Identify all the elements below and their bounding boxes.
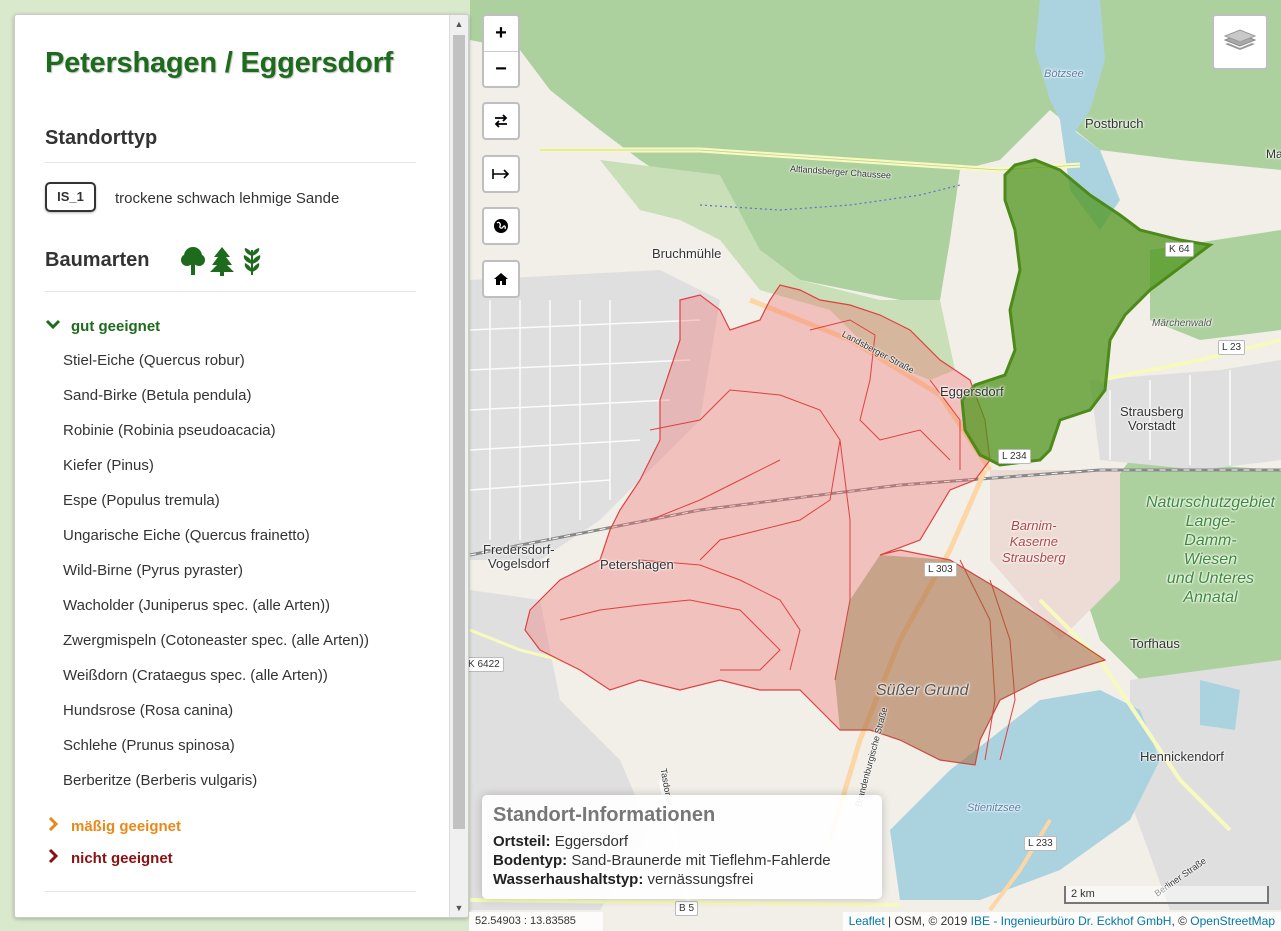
attribution-text: | OSM, © 2019 — [884, 914, 971, 928]
zoom-out-button[interactable]: − — [484, 52, 518, 86]
baumarten-heading: Baumarten — [45, 249, 150, 271]
standort-description: trockene schwach lehmige Sande — [115, 190, 340, 207]
layers-button[interactable] — [1212, 14, 1268, 70]
divider — [45, 891, 416, 892]
map-label-bruchmuehle: Bruchmühle — [652, 246, 722, 261]
category-maessig-geeignet[interactable]: mäßig geeignet — [45, 816, 182, 835]
info-label: Wasserhaushaltstyp: — [493, 871, 644, 888]
standort-heading: Standorttyp — [45, 127, 158, 149]
category-nicht-geeignet[interactable]: nicht geeignet — [45, 848, 173, 867]
species-item[interactable]: Wacholder (Juniperus spec. (alle Arten)) — [63, 597, 330, 614]
map-label-naturschutz: Naturschutzgebiet Lange- Damm- Wiesen un… — [1146, 494, 1275, 606]
road-label-b5: B 5 — [675, 901, 699, 916]
swap-button[interactable] — [482, 102, 520, 140]
shrub-icon — [243, 248, 261, 275]
info-heading: Standort-Informationen — [493, 804, 716, 826]
leaflet-link[interactable]: Leaflet — [849, 914, 885, 928]
info-value: Sand-Braunerde mit Tieflehm-Fahlerde — [571, 852, 831, 869]
zoom-in-button[interactable]: + — [484, 16, 518, 52]
species-item[interactable]: Kiefer (Pinus) — [63, 457, 154, 474]
species-item[interactable]: Wild-Birne (Pyrus pyraster) — [63, 562, 243, 579]
globe-icon — [484, 209, 518, 243]
species-item[interactable]: Zwergmispeln (Cotoneaster spec. (alle Ar… — [63, 632, 369, 649]
attribution: Leaflet | OSM, © 2019 IBE - Ingenieurbür… — [842, 912, 1281, 931]
layers-icon — [1223, 29, 1257, 50]
scroll-up-arrow-icon[interactable]: ▲ — [450, 15, 468, 33]
species-item[interactable]: Schlehe (Prunus spinosa) — [63, 737, 235, 754]
attribution-sep: , © — [1171, 914, 1191, 928]
road-label-k6422: K 6422 — [464, 657, 504, 672]
species-item[interactable]: Berberitze (Berberis vulgaris) — [63, 772, 257, 789]
info-ortsteil: Ortsteil: Eggersdorf — [493, 833, 628, 850]
species-item[interactable]: Weißdorn (Crataegus spec. (alle Arten)) — [63, 667, 328, 684]
home-button[interactable] — [482, 260, 520, 298]
measure-button[interactable] — [482, 155, 520, 193]
road-label-l233: L 233 — [1024, 836, 1057, 851]
map-label-hennickendorf: Hennickendorf — [1140, 749, 1224, 764]
chevron-right-icon — [45, 816, 63, 835]
map-label-postbruch: Postbruch — [1085, 116, 1144, 131]
sidebar-content: Petershagen / Eggersdorf Standorttyp IS_… — [15, 15, 447, 917]
coordinates-readout: 52.54903 : 13.83585 — [469, 912, 603, 931]
map-label-eggersdorf: Eggersdorf — [940, 384, 1004, 399]
species-item[interactable]: Robinie (Robinia pseudoacacia) — [63, 422, 276, 439]
road-label-l23: L 23 — [1218, 340, 1246, 355]
ibe-link[interactable]: IBE - Ingenieurbüro Dr. Eckhof GmbH — [971, 914, 1172, 928]
category-gut-geeignet[interactable]: gut geeignet — [45, 318, 160, 335]
map-label-susser-grund: Süßer Grund — [876, 682, 969, 699]
info-value: vernässungsfrei — [647, 871, 754, 888]
species-item[interactable]: Hundsrose (Rosa canina) — [63, 702, 233, 719]
scroll-thumb[interactable] — [453, 35, 465, 829]
info-wasserhaushalt: Wasserhaushaltstyp: vernässungsfrei — [493, 871, 753, 888]
info-label: Bodentyp: — [493, 852, 568, 869]
category-label: gut geeignet — [71, 318, 161, 335]
species-item[interactable]: Stiel-Eiche (Quercus robur) — [63, 352, 245, 369]
conifer-tree-icon — [210, 247, 235, 276]
openstreetmap-link[interactable]: OpenStreetMap — [1190, 914, 1275, 928]
swap-arrows-icon — [484, 104, 518, 138]
chevron-down-icon — [45, 318, 63, 335]
divider — [45, 162, 416, 163]
species-item[interactable]: Espe (Populus tremula) — [63, 492, 220, 509]
map-label-strausberg-vorstadt: Strausberg Vorstadt — [1120, 404, 1184, 433]
road-label-l234: L 234 — [998, 449, 1031, 464]
tree-icons — [181, 246, 264, 276]
map-label-fredersdorf: Fredersdorf- Vogelsdorf — [483, 542, 555, 571]
site-info-box: Standort-Informationen Ortsteil: Eggersd… — [482, 795, 882, 899]
map-label-boetzsee: Bötzsee — [1044, 68, 1084, 80]
standort-code-badge: IS_1 — [45, 182, 96, 212]
info-value: Eggersdorf — [554, 833, 629, 850]
globe-button[interactable] — [482, 207, 520, 245]
home-icon — [484, 262, 518, 296]
map-label-stienitzsee: Stienitzsee — [967, 802, 1021, 814]
road-label-l303: L 303 — [924, 562, 957, 577]
deciduous-tree-icon — [181, 247, 205, 275]
species-item[interactable]: Sand-Birke (Betula pendula) — [63, 387, 251, 404]
map-label-torfhaus: Torfhaus — [1130, 636, 1180, 651]
category-label: mäßig geeignet — [71, 818, 182, 835]
chevron-right-icon — [45, 848, 63, 867]
species-item[interactable]: Ungarische Eiche (Quercus frainetto) — [63, 527, 310, 544]
sidebar-scrollbar[interactable]: ▲ ▼ — [449, 15, 468, 917]
divider — [45, 291, 416, 292]
zoom-control: + − — [482, 14, 520, 88]
category-label: nicht geeignet — [71, 850, 173, 867]
sidebar-panel: Petershagen / Eggersdorf Standorttyp IS_… — [14, 14, 469, 918]
page-title: Petershagen / Eggersdorf — [45, 47, 394, 79]
map-label-maerchenwald: Märchenwald — [1152, 318, 1212, 329]
info-label: Ortsteil: — [493, 833, 551, 850]
scale-bar: 2 km — [1064, 886, 1269, 904]
arrow-to-right-icon — [484, 157, 518, 191]
map-label-barnim: Barnim- Kaserne Strausberg — [1002, 518, 1066, 565]
info-bodentyp: Bodentyp: Sand-Braunerde mit Tieflehm-Fa… — [493, 852, 831, 869]
map-label-petershagen: Petershagen — [600, 557, 674, 572]
road-label-k64: K 64 — [1165, 242, 1194, 257]
map-label-ma: Ma — [1266, 147, 1281, 161]
scroll-down-arrow-icon[interactable]: ▼ — [450, 899, 468, 917]
